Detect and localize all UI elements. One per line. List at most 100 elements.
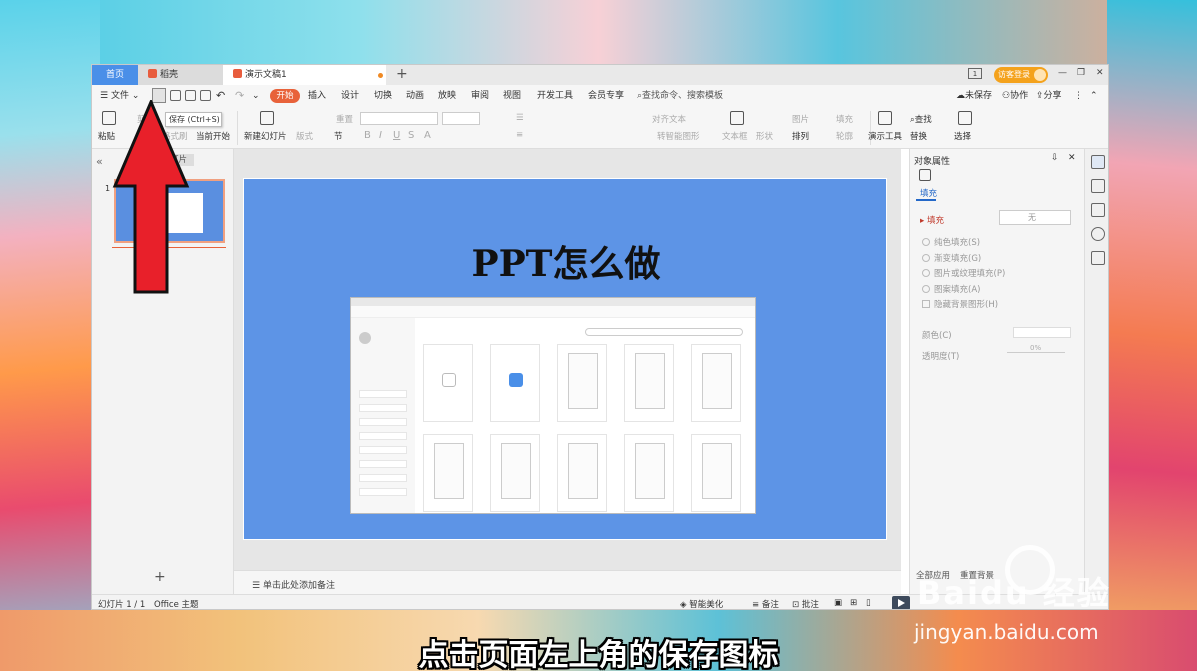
pin-icon[interactable]: ⇩ [1051, 153, 1059, 163]
collab-button[interactable]: ⚇协作 [1002, 85, 1028, 107]
menu-design[interactable]: 设计 [341, 85, 359, 107]
background-right [1107, 0, 1197, 671]
sorter-view-icon[interactable]: ⊞ [850, 598, 857, 608]
from-current-button[interactable]: 当前开始 [196, 130, 230, 142]
comments-toggle[interactable]: ⊡ 批注 [792, 598, 819, 609]
outline-button[interactable]: 轮廓 [836, 130, 853, 142]
help-icon[interactable] [1091, 227, 1105, 241]
present-tools-button[interactable]: 演示工具 [868, 130, 902, 142]
align-text-button[interactable]: 对齐文本 [652, 113, 686, 125]
bold-icon[interactable]: B [364, 130, 371, 141]
properties-icon[interactable] [1091, 155, 1105, 169]
color-select[interactable] [1013, 327, 1071, 338]
minimize-icon[interactable]: — [1058, 68, 1067, 78]
fill-button[interactable]: 填充 [836, 113, 853, 125]
add-slide-button[interactable]: + [154, 569, 166, 585]
close-icon[interactable]: ✕ [1096, 68, 1104, 78]
hide-background-checkbox[interactable]: 隐藏背景图形(H) [922, 298, 998, 310]
font-color-icon[interactable]: A [424, 130, 431, 141]
login-button[interactable]: 访客登录 [994, 67, 1048, 83]
notes-toggle[interactable]: ≡ 备注 [752, 598, 779, 610]
wps-window: 首页 稻壳 演示文稿1 + 1 访客登录 — ❐ ✕ ☰ 文件 ⌄ ↶ ↷ ⌄ … [91, 64, 1109, 610]
collapse-panel-icon[interactable]: « [96, 155, 103, 168]
menu-devtools[interactable]: 开发工具 [537, 85, 573, 107]
menu-view[interactable]: 视图 [503, 85, 521, 107]
font-size-select[interactable] [442, 112, 480, 125]
more-icon[interactable]: ⋮ [1074, 85, 1083, 107]
slide[interactable]: PPT怎么做 [243, 178, 887, 540]
menu-review[interactable]: 审阅 [471, 85, 489, 107]
radio-pattern-fill[interactable]: 图案填充(A) [922, 283, 980, 295]
underline-icon[interactable]: U [393, 130, 400, 141]
bullet-list-icon[interactable]: ☰ [516, 113, 524, 123]
customize-icon[interactable]: ⌄ [252, 85, 260, 107]
screenshot-search [585, 328, 743, 336]
screenshot-card [490, 434, 540, 512]
tab-daoke[interactable]: 稻壳 [138, 65, 223, 85]
radio-icon [922, 269, 930, 277]
notes-bar[interactable]: ☰ 单击此处添加备注 [234, 570, 901, 594]
shape-button[interactable]: 形状 [756, 130, 773, 142]
tab-document-label: 演示文稿1 [245, 70, 287, 80]
reading-view-icon[interactable]: ▯ [866, 598, 871, 608]
notes-placeholder: ☰ 单击此处添加备注 [252, 578, 335, 591]
copy-icon[interactable] [1091, 203, 1105, 217]
slide-canvas: PPT怎么做 [234, 149, 901, 594]
play-button[interactable] [892, 596, 910, 609]
menu-member[interactable]: 会员专享 [588, 85, 624, 107]
radio-gradient-fill[interactable]: 渐变填充(G) [922, 252, 981, 264]
select-button[interactable]: 选择 [954, 130, 971, 142]
print-preview-icon[interactable] [200, 90, 211, 101]
layout-button[interactable]: 版式 [296, 130, 313, 142]
menu-start[interactable]: 开始 [270, 89, 300, 103]
share-button[interactable]: ⇪分享 [1036, 85, 1062, 107]
transparency-slider[interactable] [1007, 352, 1065, 353]
radio-solid-fill[interactable]: 纯色填充(S) [922, 236, 980, 248]
panel-title: 对象属性 [914, 157, 951, 167]
menu-insert[interactable]: 插入 [308, 85, 326, 107]
normal-view-icon[interactable]: ▣ [834, 598, 842, 608]
notes-toggle-label: 备注 [761, 600, 779, 610]
tab-document[interactable]: 演示文稿1 [223, 65, 386, 85]
collapse-ribbon-icon[interactable]: ⌃ [1090, 85, 1098, 107]
slide-title[interactable]: PPT怎么做 [244, 235, 888, 287]
screenshot-card [423, 344, 473, 422]
beautify-button[interactable]: ◈ 智能美化 [680, 598, 723, 609]
strikethrough-icon[interactable]: S [408, 130, 414, 141]
cloud-status[interactable]: ☁未保存 [956, 85, 992, 107]
radio-picture-fill[interactable]: 图片或纹理填充(P) [922, 267, 1005, 279]
theme-name[interactable]: Office 主题 [154, 598, 199, 609]
section-button[interactable]: 节 [334, 130, 343, 142]
reset-button[interactable]: 重置 [336, 113, 353, 125]
arrange-button[interactable]: 排列 [792, 130, 809, 142]
align-left-icon[interactable]: ≡ [516, 130, 523, 140]
image-icon[interactable] [1091, 251, 1105, 265]
fill-bucket-icon[interactable] [919, 169, 931, 181]
panel-close-icon[interactable]: ✕ [1068, 153, 1076, 163]
tab-count-icon[interactable]: 1 [968, 68, 982, 79]
tab-home[interactable]: 首页 [92, 65, 138, 85]
restore-icon[interactable]: ❐ [1077, 68, 1085, 78]
fill-section[interactable]: ▸ 填充 [920, 214, 944, 226]
italic-icon[interactable]: I [379, 130, 382, 141]
new-tab-button[interactable]: + [396, 65, 408, 85]
find-button[interactable]: ⌕查找 [910, 113, 932, 125]
smart-shape-button[interactable]: 转智能图形 [657, 130, 700, 142]
command-search[interactable]: ⌕查找命令、搜索模板 [637, 85, 723, 107]
animation-icon[interactable] [1091, 179, 1105, 193]
menu-animation[interactable]: 动画 [406, 85, 424, 107]
menu-slideshow[interactable]: 放映 [438, 85, 456, 107]
screenshot-card [624, 344, 674, 422]
redo-icon[interactable]: ↷ [235, 85, 244, 107]
menu-transition[interactable]: 切换 [374, 85, 392, 107]
replace-button[interactable]: 替换 [910, 130, 927, 142]
new-slide-button[interactable]: 新建幻灯片 [244, 130, 287, 142]
picture-button[interactable]: 图片 [792, 113, 809, 125]
unsaved-dot [378, 73, 383, 78]
font-family-select[interactable] [360, 112, 438, 125]
slide-screenshot[interactable] [350, 297, 756, 514]
textbox-button[interactable]: 文本框 [722, 130, 748, 142]
tab-fill[interactable]: 填充 [920, 187, 937, 199]
fill-select[interactable]: 无 [999, 210, 1071, 225]
undo-icon[interactable]: ↶ [216, 85, 225, 107]
